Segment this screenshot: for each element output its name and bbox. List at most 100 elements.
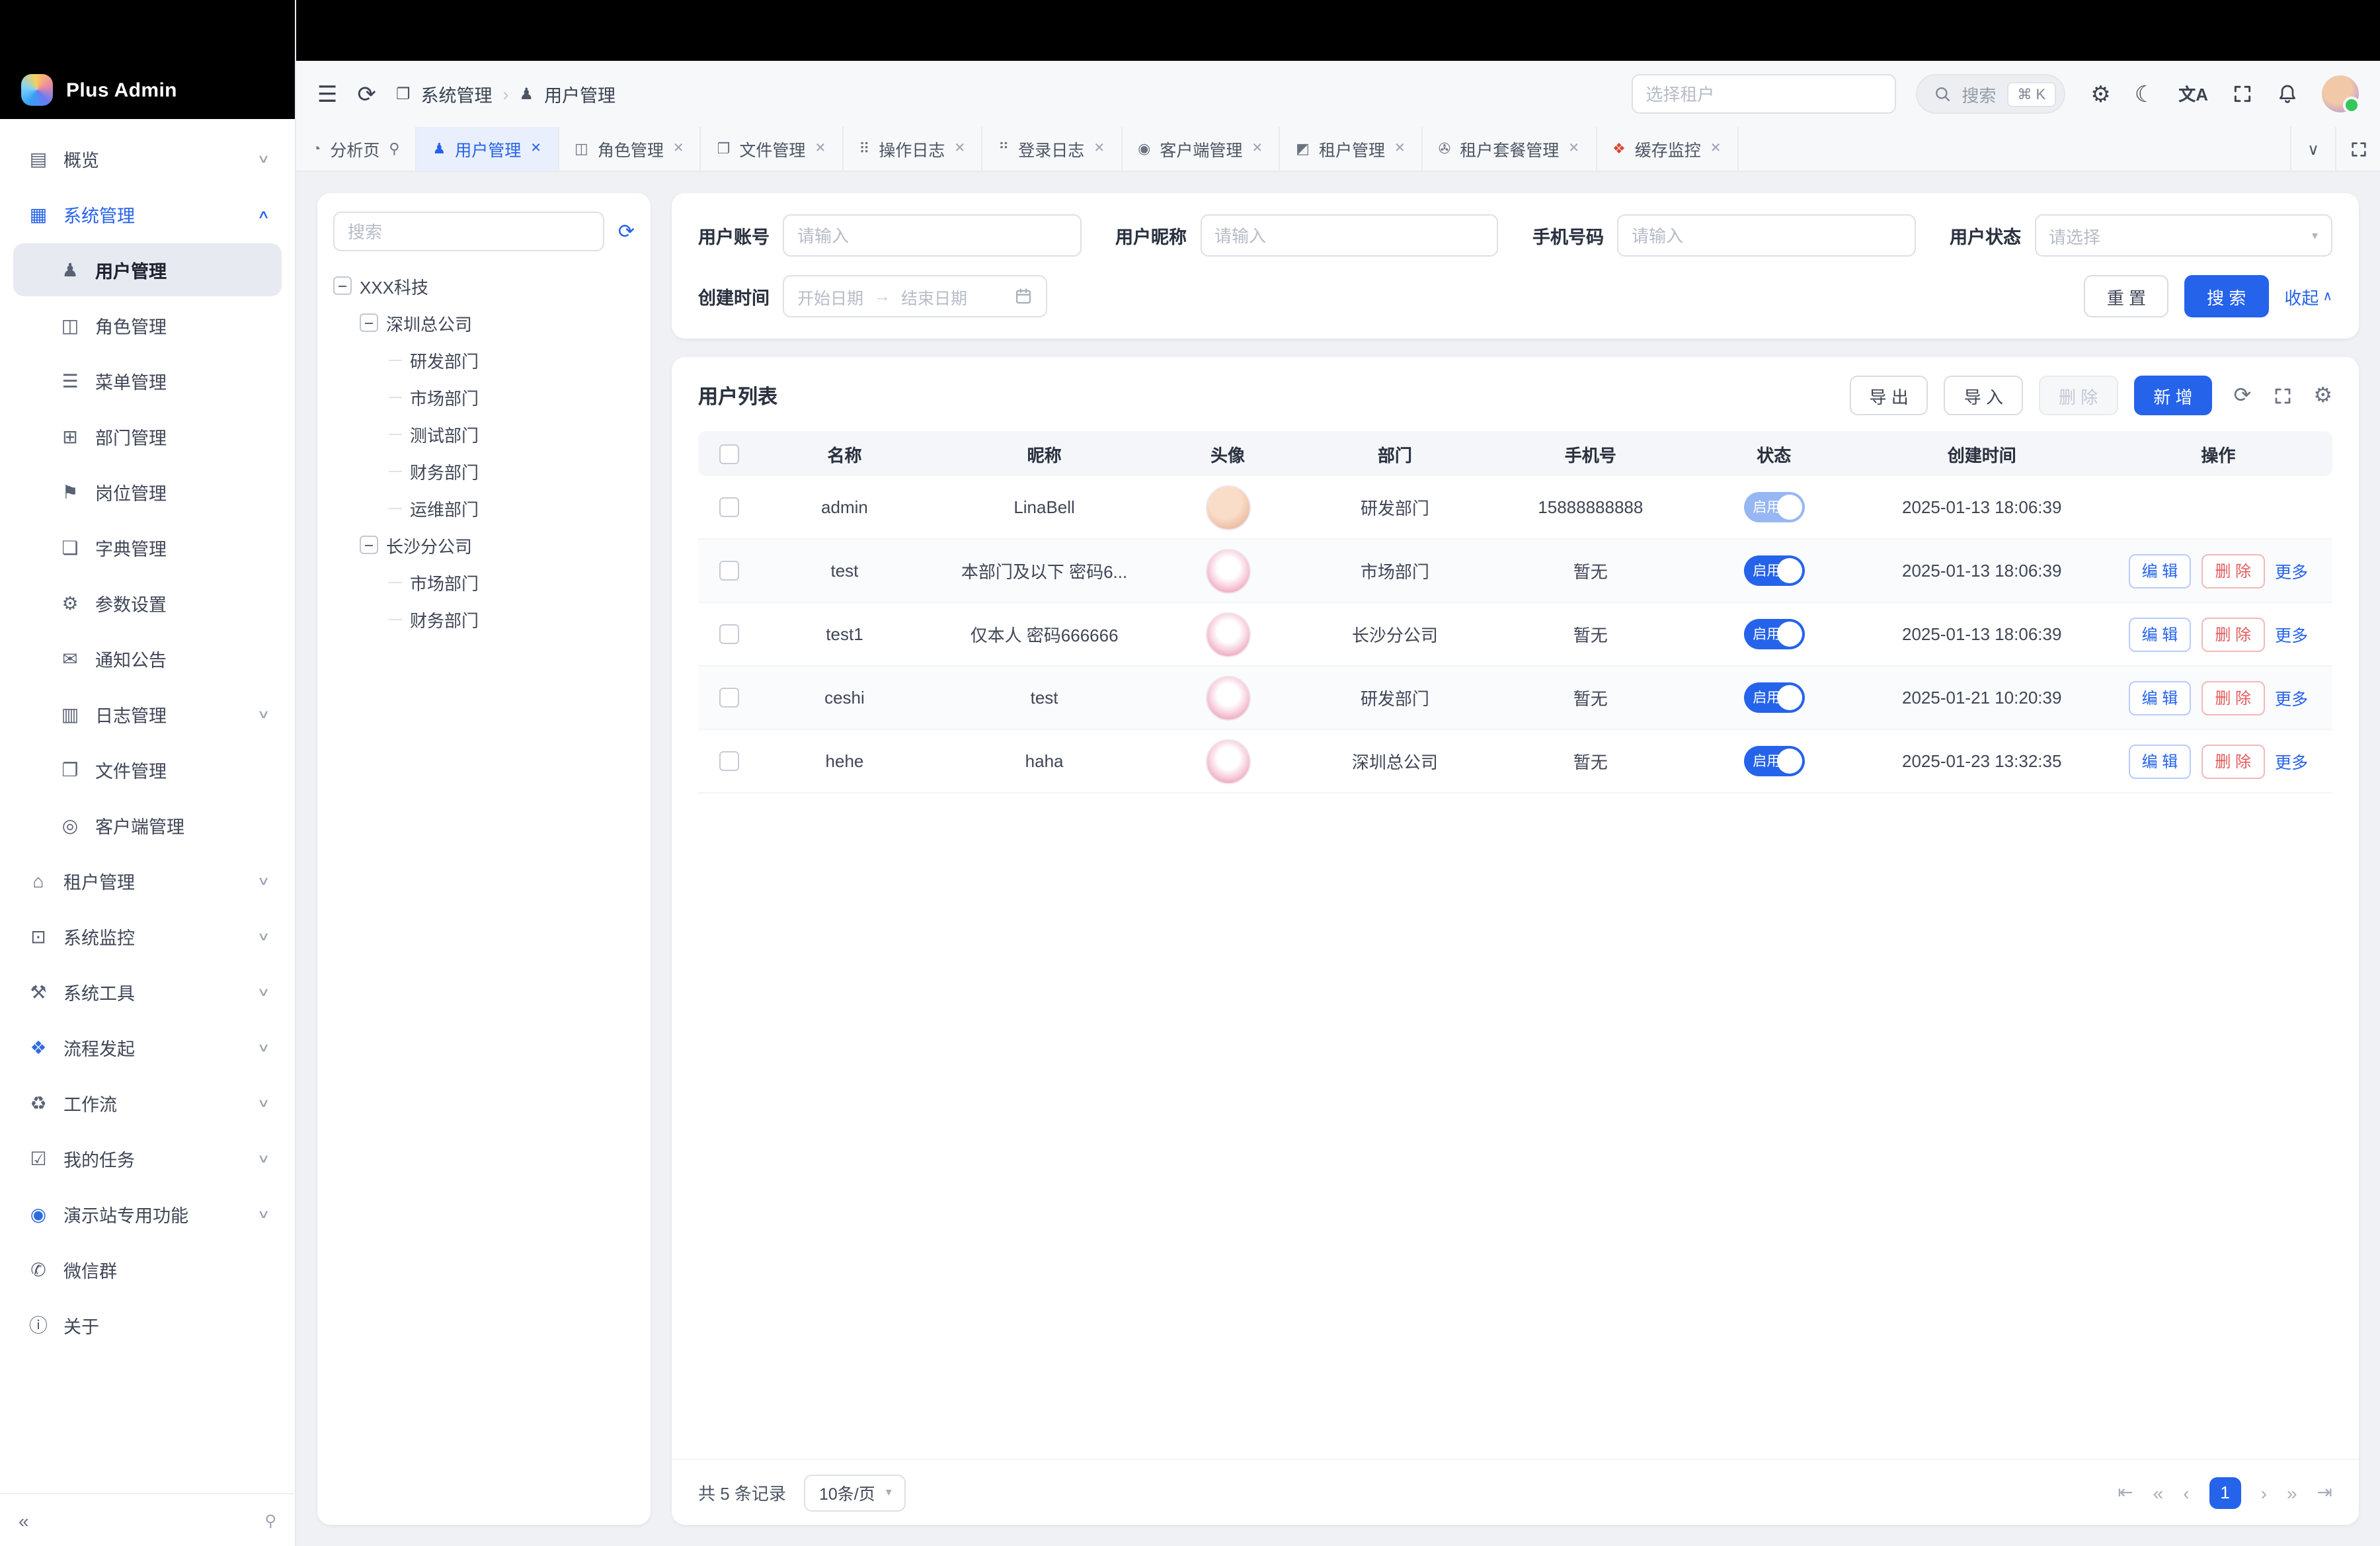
- tab-close-icon[interactable]: ✕: [1710, 142, 1722, 156]
- more-button[interactable]: 更多: [2275, 749, 2308, 774]
- collapse-sidebar-icon[interactable]: «: [19, 1510, 29, 1531]
- more-button[interactable]: 更多: [2275, 685, 2308, 710]
- select-all-checkbox[interactable]: [719, 444, 738, 464]
- status-toggle[interactable]: 启用: [1743, 619, 1804, 649]
- last-page-icon[interactable]: ⇥: [2317, 1481, 2332, 1504]
- status-toggle[interactable]: 启用: [1743, 555, 1804, 586]
- tab-close-icon[interactable]: ✕: [1568, 142, 1579, 156]
- fullscreen-icon[interactable]: [2232, 83, 2253, 104]
- tab[interactable]: ⠛ 登录日志 ✕: [982, 127, 1122, 171]
- tree-node[interactable]: 长沙分公司: [333, 526, 635, 563]
- sidebar-item[interactable]: ✉ 通知公告: [13, 632, 282, 685]
- user-status-select[interactable]: 请选择 ▾: [2034, 214, 2332, 257]
- row-checkbox[interactable]: [719, 751, 738, 771]
- tab-close-icon[interactable]: ✕: [1251, 142, 1263, 156]
- phone-input[interactable]: [1617, 214, 1915, 257]
- fullscreen-icon[interactable]: [2272, 386, 2292, 405]
- tab[interactable]: ♟ 用户管理 ✕: [416, 127, 559, 171]
- user-nickname-input[interactable]: [1200, 214, 1498, 257]
- collapse-filters-link[interactable]: 收起∧: [2284, 284, 2332, 309]
- tab[interactable]: ❐ 文件管理 ✕: [701, 127, 844, 171]
- user-account-input[interactable]: [783, 214, 1081, 257]
- reset-button[interactable]: 重 置: [2084, 275, 2168, 317]
- bulk-delete-button[interactable]: 删 除: [2039, 376, 2118, 415]
- next-5-pages-icon[interactable]: »: [2287, 1482, 2297, 1503]
- language-icon[interactable]: 文A: [2178, 85, 2208, 102]
- sidebar-item[interactable]: ⊡ 系统监控 ∨: [13, 910, 282, 963]
- tabs-dropdown-button[interactable]: ∨: [2290, 127, 2335, 171]
- delete-button[interactable]: 删 除: [2202, 617, 2264, 651]
- status-toggle[interactable]: 启用: [1743, 746, 1804, 776]
- sidebar-item[interactable]: ♟ 用户管理: [13, 243, 282, 296]
- edit-button[interactable]: 编 辑: [2129, 617, 2192, 651]
- tree-collapse-icon[interactable]: [333, 276, 352, 295]
- delete-button[interactable]: 删 除: [2202, 744, 2264, 778]
- edit-button[interactable]: 编 辑: [2129, 680, 2192, 715]
- tree-node[interactable]: XXX科技: [333, 267, 635, 304]
- pin-icon[interactable]: ⚲: [264, 1511, 276, 1529]
- row-checkbox[interactable]: [719, 624, 738, 644]
- tab[interactable]: ❖ 缓存监控 ✕: [1597, 127, 1739, 171]
- delete-button[interactable]: 删 除: [2202, 680, 2264, 715]
- more-button[interactable]: 更多: [2275, 558, 2308, 583]
- first-page-icon[interactable]: ⇤: [2118, 1481, 2133, 1504]
- user-avatar[interactable]: [2322, 75, 2359, 112]
- breadcrumb-system[interactable]: 系统管理: [421, 81, 493, 107]
- sidebar-item[interactable]: ❖ 流程发起 ∨: [13, 1021, 282, 1074]
- sidebar-item[interactable]: ⓘ 关于: [13, 1299, 282, 1352]
- sidebar-item[interactable]: ⚒ 系统工具 ∨: [13, 965, 282, 1018]
- tab-close-icon[interactable]: ✕: [673, 142, 684, 156]
- tree-search-input[interactable]: [333, 212, 605, 251]
- current-page[interactable]: 1: [2209, 1477, 2241, 1508]
- sidebar-item[interactable]: ◎ 客户端管理: [13, 799, 282, 852]
- tree-node[interactable]: 财务部门: [333, 600, 635, 637]
- pin-icon[interactable]: ⚲: [389, 140, 399, 157]
- tree-node[interactable]: 财务部门: [333, 452, 635, 489]
- sidebar-item[interactable]: ⚑ 岗位管理: [13, 466, 282, 518]
- refresh-icon[interactable]: ⟳: [358, 83, 377, 105]
- sidebar-item[interactable]: ☑ 我的任务 ∨: [13, 1132, 282, 1185]
- sidebar-item[interactable]: ⊞ 部门管理: [13, 410, 282, 463]
- sidebar-item[interactable]: ❐ 文件管理: [13, 743, 282, 796]
- tab[interactable]: ◉ 客户端管理 ✕: [1122, 127, 1280, 171]
- tree-collapse-icon[interactable]: [360, 536, 378, 554]
- sidebar-item[interactable]: ⚙ 参数设置: [13, 577, 282, 630]
- sidebar-item[interactable]: ▥ 日志管理 ∨: [13, 688, 282, 741]
- import-button[interactable]: 导 入: [1944, 376, 2023, 415]
- tab[interactable]: ◔ 分析页 ⚲: [296, 127, 416, 171]
- sidebar-item[interactable]: ◉ 演示站专用功能 ∨: [13, 1188, 282, 1241]
- sidebar-item[interactable]: ⌂ 租户管理 ∨: [13, 854, 282, 907]
- prev-5-pages-icon[interactable]: «: [2153, 1482, 2164, 1503]
- tree-node[interactable]: 市场部门: [333, 378, 635, 415]
- status-toggle[interactable]: 启用: [1743, 492, 1804, 522]
- column-settings-icon[interactable]: ⚙: [2313, 382, 2332, 409]
- date-range-picker[interactable]: 开始日期 → 结束日期: [783, 275, 1047, 317]
- tab-close-icon[interactable]: ✕: [1093, 142, 1105, 156]
- row-checkbox[interactable]: [719, 561, 738, 581]
- tabs-fullscreen-button[interactable]: [2335, 127, 2380, 171]
- edit-button[interactable]: 编 辑: [2129, 553, 2192, 588]
- tab-close-icon[interactable]: ✕: [954, 142, 965, 156]
- sidebar-item[interactable]: ▦ 系统管理 ∧: [13, 188, 282, 241]
- delete-button[interactable]: 删 除: [2202, 553, 2264, 588]
- row-checkbox[interactable]: [719, 688, 738, 708]
- tab[interactable]: ◩ 租户管理 ✕: [1280, 127, 1423, 171]
- tab-close-icon[interactable]: ✕: [814, 142, 826, 156]
- row-checkbox[interactable]: [719, 497, 738, 517]
- breadcrumb-users[interactable]: 用户管理: [544, 81, 615, 107]
- export-button[interactable]: 导 出: [1850, 376, 1928, 415]
- status-toggle[interactable]: 启用: [1743, 682, 1804, 713]
- tree-node[interactable]: 研发部门: [333, 341, 635, 378]
- sidebar-item[interactable]: ♻ 工作流 ∨: [13, 1077, 282, 1129]
- tree-collapse-icon[interactable]: [360, 313, 378, 332]
- tenant-select-input[interactable]: [1631, 74, 1895, 114]
- tab[interactable]: ◫ 角色管理 ✕: [559, 127, 701, 171]
- global-search[interactable]: 搜索 ⌘ K: [1915, 74, 2065, 114]
- sidebar-item[interactable]: ☰ 菜单管理: [13, 354, 282, 407]
- tree-node[interactable]: 市场部门: [333, 563, 635, 600]
- tab-close-icon[interactable]: ✕: [1394, 142, 1406, 156]
- prev-page-icon[interactable]: ‹: [2183, 1482, 2189, 1503]
- more-button[interactable]: 更多: [2275, 622, 2308, 647]
- refresh-icon[interactable]: ⟳: [2234, 382, 2252, 409]
- sidebar-item[interactable]: ✆ 微信群: [13, 1243, 282, 1296]
